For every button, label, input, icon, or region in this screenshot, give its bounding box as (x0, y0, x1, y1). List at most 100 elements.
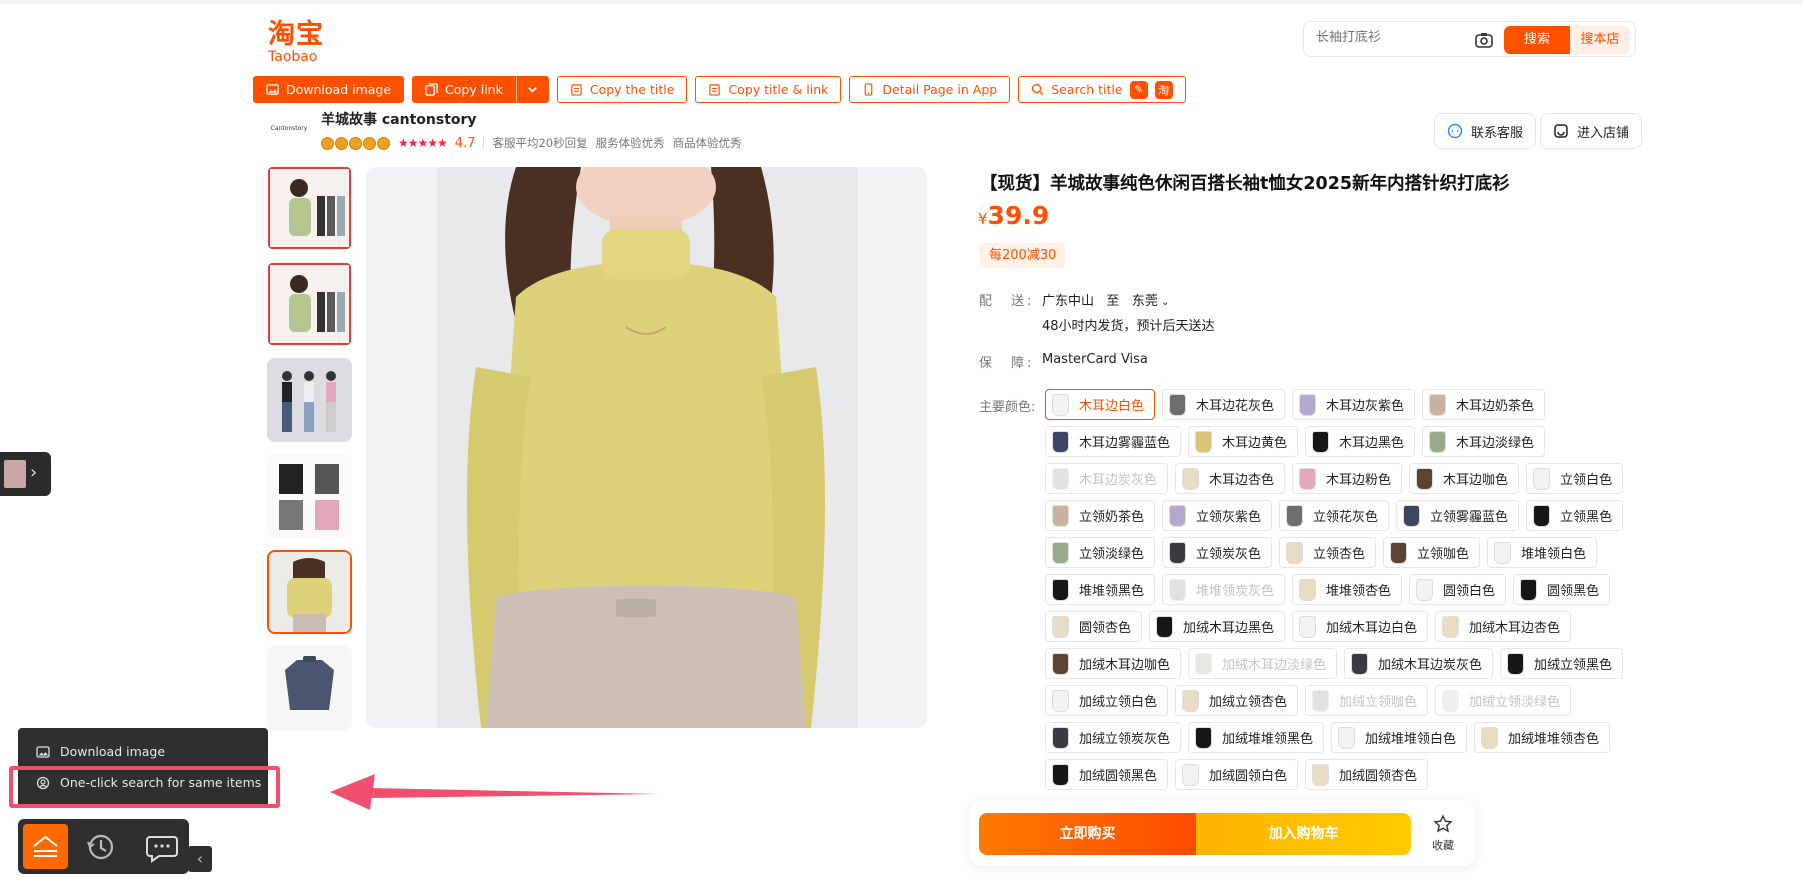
color-variant-chip[interactable]: 立领杏色 (1279, 537, 1377, 568)
guarantee-value: MasterCard Visa (1042, 352, 1148, 367)
color-variant-chip[interactable]: 圆领杏色 (1045, 611, 1143, 642)
variant-swatch (1195, 652, 1213, 675)
copy-title-button[interactable]: Copy the title (556, 76, 688, 103)
color-variant-chip[interactable]: 堆堆领黑色 (1045, 574, 1156, 605)
store-meta: ★★★★★ 4.7 客服平均20秒回复 服务体验优秀 商品体验优秀 (321, 135, 742, 151)
search-store-button[interactable]: 搜本店 (1570, 26, 1630, 54)
thumbnail-image[interactable] (267, 166, 352, 250)
variant-swatch (1312, 689, 1330, 712)
store-logo[interactable]: Cantonstory (267, 113, 311, 147)
thumbnail-image[interactable] (267, 454, 352, 538)
color-variant-chip[interactable]: 加绒堆堆领白色 (1331, 722, 1468, 753)
variant-label: 木耳边花灰色 (1196, 399, 1275, 414)
color-variant-chip[interactable]: 加绒立领黑色 (1500, 648, 1624, 679)
copy-icon (571, 84, 582, 96)
history-button[interactable] (78, 824, 123, 869)
shipping-route: 广东中山 至 东莞 ⌄ (1042, 290, 1169, 309)
variant-swatch (1299, 467, 1317, 490)
variant-swatch (1182, 763, 1200, 786)
ship-to-selector[interactable]: 东莞 ⌄ (1132, 294, 1170, 309)
color-variant-chip[interactable]: 立领奶茶色 (1045, 500, 1156, 531)
color-variant-chip[interactable]: 木耳边咖色 (1409, 463, 1520, 494)
color-variant-chip[interactable]: 堆堆领白色 (1487, 537, 1598, 568)
color-variant-chip[interactable]: 加绒木耳边黑色 (1149, 611, 1286, 642)
add-to-cart-button[interactable]: 加入购物车 (1196, 813, 1411, 855)
color-variant-chip: 加绒立领咖色 (1305, 685, 1429, 716)
variant-label: 立领咖色 (1417, 547, 1470, 562)
color-variant-chip[interactable]: 木耳边灰紫色 (1292, 389, 1416, 420)
color-variant-chip[interactable]: 加绒立领白色 (1045, 685, 1169, 716)
copy-link-dropdown[interactable] (515, 76, 549, 103)
color-variant-chip[interactable]: 立领黑色 (1526, 500, 1624, 531)
color-variant-chip[interactable]: 加绒立领炭灰色 (1045, 722, 1182, 753)
variant-label: 堆堆领炭灰色 (1196, 584, 1275, 599)
enter-store-button[interactable]: 进入店铺 (1540, 113, 1643, 149)
favorite-button[interactable]: 收藏 (1425, 814, 1461, 853)
color-variant-chip[interactable]: 加绒立领杏色 (1175, 685, 1299, 716)
color-variant-chip[interactable]: 加绒木耳边杏色 (1435, 611, 1572, 642)
taobao-app-icon[interactable]: 淘 (1154, 80, 1173, 99)
variant-label: 立领杏色 (1313, 547, 1366, 562)
color-variant-chip[interactable]: 木耳边粉色 (1292, 463, 1403, 494)
color-variant-chip[interactable]: 加绒木耳边白色 (1292, 611, 1429, 642)
home-button[interactable] (23, 824, 68, 869)
variant-swatch (1052, 615, 1069, 638)
color-variant-chip[interactable]: 圆领白色 (1409, 574, 1507, 605)
preview-thumbnail (4, 460, 26, 488)
color-variant-chip[interactable]: 立领淡绿色 (1045, 537, 1156, 568)
copy-link-button[interactable]: Copy link (412, 76, 516, 103)
color-variant-chip[interactable]: 加绒木耳边咖色 (1045, 648, 1182, 679)
color-variant-chip[interactable]: 加绒圆领黑色 (1045, 759, 1169, 790)
color-variant-chip[interactable]: 木耳边黑色 (1305, 426, 1416, 457)
color-variant-chip[interactable]: 立领炭灰色 (1162, 537, 1273, 568)
app-icon-1[interactable]: ✎ (1129, 80, 1148, 99)
color-variant-chip[interactable]: 立领咖色 (1383, 537, 1481, 568)
color-variant-chip[interactable]: 加绒堆堆领黑色 (1188, 722, 1325, 753)
color-variant-chip[interactable]: 加绒木耳边炭灰色 (1344, 648, 1494, 679)
color-variant-chip[interactable]: 加绒圆领杏色 (1305, 759, 1429, 790)
color-variant-chip[interactable]: 加绒堆堆领杏色 (1474, 722, 1611, 753)
buy-now-button[interactable]: 立即购买 (979, 813, 1196, 855)
taobao-logo[interactable]: 淘宝 Taobao (268, 20, 330, 65)
search-button[interactable]: 搜索 (1504, 26, 1570, 54)
copy-title-link-button[interactable]: Copy title & link (695, 76, 842, 103)
color-variant-chip[interactable]: 木耳边淡绿色 (1422, 426, 1546, 457)
collapse-dock-button[interactable]: ‹ (188, 846, 212, 872)
color-variant-chip[interactable]: 木耳边黄色 (1188, 426, 1299, 457)
color-variant-chip[interactable]: 木耳边雾霾蓝色 (1045, 426, 1182, 457)
color-variant-chip[interactable]: 立领灰紫色 (1162, 500, 1273, 531)
color-variant-chip[interactable]: 木耳边奶茶色 (1422, 389, 1546, 420)
floating-preview-tab[interactable]: › (0, 452, 51, 496)
variant-label: 圆领白色 (1443, 584, 1496, 599)
detail-page-app-button[interactable]: Detail Page in App (849, 76, 1011, 103)
home-icon (33, 835, 58, 857)
camera-icon[interactable] (1474, 30, 1494, 50)
search-title-button[interactable]: Search title ✎ 淘 (1018, 76, 1186, 103)
chat-widget-button[interactable] (135, 819, 189, 874)
color-variant-chip[interactable]: 木耳边白色 (1045, 389, 1156, 420)
search-input[interactable] (1316, 30, 1466, 45)
promo-badge[interactable]: 每200减30 (980, 243, 1066, 268)
thumbnail-image-selected[interactable] (267, 550, 352, 634)
popup-download-image[interactable]: Download image (36, 744, 165, 759)
color-variant-chip[interactable]: 立领白色 (1526, 463, 1624, 494)
download-image-button[interactable]: Download image (253, 76, 405, 103)
contact-service-button[interactable]: 联系客服 (1434, 113, 1537, 149)
variant-swatch (1195, 430, 1213, 453)
main-product-image[interactable] (366, 167, 927, 728)
chevron-right-icon: › (30, 462, 38, 483)
color-variant-chip[interactable]: 堆堆领杏色 (1292, 574, 1403, 605)
thumbnail-image[interactable] (267, 358, 352, 442)
color-variant-chip[interactable]: 木耳边花灰色 (1162, 389, 1286, 420)
variant-label: 堆堆领黑色 (1079, 584, 1145, 599)
price-value: 39.9 (987, 201, 1050, 230)
thumbnail-image[interactable] (267, 262, 352, 346)
color-variant-chip[interactable]: 加绒圆领白色 (1175, 759, 1299, 790)
color-variant-chip[interactable]: 木耳边杏色 (1175, 463, 1286, 494)
color-variant-chip[interactable]: 立领花灰色 (1279, 500, 1390, 531)
store-name[interactable]: 羊城故事 cantonstory (321, 109, 477, 129)
color-variant-chip[interactable]: 立领雾霾蓝色 (1396, 500, 1520, 531)
variant-label: 加绒圆领黑色 (1079, 769, 1158, 784)
color-variant-chip[interactable]: 圆领黑色 (1513, 574, 1611, 605)
thumbnail-image[interactable] (267, 646, 352, 730)
